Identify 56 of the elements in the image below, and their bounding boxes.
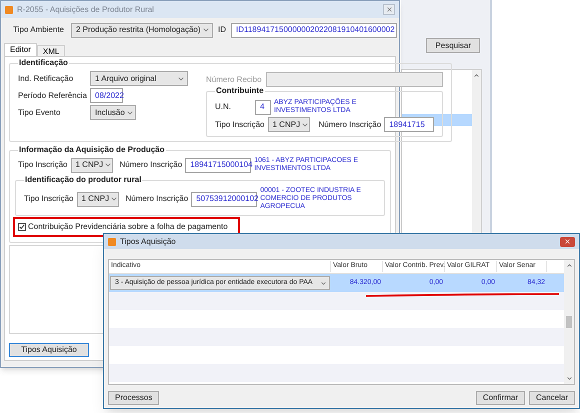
- dropdown[interactable]: 2 Produção restrita (Homologação): [71, 22, 213, 38]
- field-label: Tipo Evento: [18, 106, 62, 118]
- tab[interactable]: XML: [36, 45, 66, 56]
- field-label: Número Inscrição: [318, 118, 382, 130]
- text-field[interactable]: ID1189417150000002022081910401600002: [231, 22, 397, 38]
- search-button[interactable]: Pesquisar: [426, 38, 480, 53]
- checkmark-icon: [19, 224, 25, 230]
- field-label: Tipo Ambiente: [13, 24, 64, 36]
- app-icon: [108, 238, 116, 246]
- field-label: U.N.: [215, 101, 232, 113]
- dialog-button[interactable]: Cancelar: [528, 391, 575, 405]
- dropdown[interactable]: 1 Arquivo original: [90, 71, 188, 86]
- text-field[interactable]: 4: [255, 100, 271, 114]
- checkbox-label: Contribuição Previdenciária sobre a folha de pagamento: [28, 221, 228, 233]
- app-icon: [5, 6, 13, 14]
- chevron-icon: [110, 195, 118, 203]
- field-label: ID: [218, 24, 226, 36]
- group-title: Informação da Aquisição de Produção: [18, 144, 166, 156]
- dialog-title: Tipos Aquisição: [120, 236, 177, 248]
- window-title: R-2055 - Aquisições de Produtor Rural: [17, 4, 155, 16]
- chevron-icon: [104, 161, 112, 169]
- group-title: Identificação do produtor rural: [24, 174, 142, 186]
- dropdown[interactable]: 1 CNPJ: [70, 158, 112, 172]
- close-button[interactable]: [383, 4, 395, 15]
- field-label: Número Inscrição: [120, 159, 182, 171]
- acquisition-types-button[interactable]: Tipos Aquisição: [9, 343, 89, 357]
- scroll-down-icon[interactable]: [566, 375, 572, 382]
- dropdown[interactable]: 1 CNPJ: [268, 117, 310, 132]
- dialog-button[interactable]: Confirmar: [476, 391, 525, 405]
- scroll-thumb[interactable]: [566, 316, 572, 328]
- close-icon: [564, 238, 571, 245]
- checkbox[interactable]: [18, 223, 26, 231]
- field-label: Tipo Inscrição: [18, 159, 68, 171]
- field-label: Ind. Retificação: [18, 72, 74, 84]
- text-field[interactable]: 50753912000102: [191, 192, 258, 206]
- scroll-up-icon[interactable]: [473, 72, 480, 79]
- field-label: Período Referência: [18, 90, 88, 102]
- scroll-up-icon[interactable]: [566, 262, 572, 269]
- dropdown[interactable]: Inclusão: [90, 105, 136, 120]
- close-icon: [386, 6, 392, 13]
- dialog-button[interactable]: Processos: [108, 391, 160, 405]
- field-label: Número Inscrição: [126, 193, 188, 205]
- tab[interactable]: Editor: [4, 43, 37, 56]
- text-field[interactable]: 18941715000104: [185, 158, 252, 172]
- field-label: Tipo Inscrição: [24, 193, 74, 205]
- text-field[interactable]: 08/2022: [90, 88, 123, 103]
- scrollbar[interactable]: [564, 260, 574, 384]
- field-label: Tipo Inscrição: [215, 118, 264, 130]
- close-button[interactable]: [560, 236, 575, 246]
- text-field[interactable]: 18941715: [384, 117, 434, 132]
- chevron-icon: [202, 26, 210, 34]
- field-label: Número Recibo: [206, 74, 262, 86]
- chevron-icon: [320, 280, 327, 286]
- dropdown[interactable]: 1 CNPJ: [76, 192, 118, 206]
- group-title: Identificação: [18, 57, 69, 69]
- group-title: Contribuinte: [215, 85, 265, 97]
